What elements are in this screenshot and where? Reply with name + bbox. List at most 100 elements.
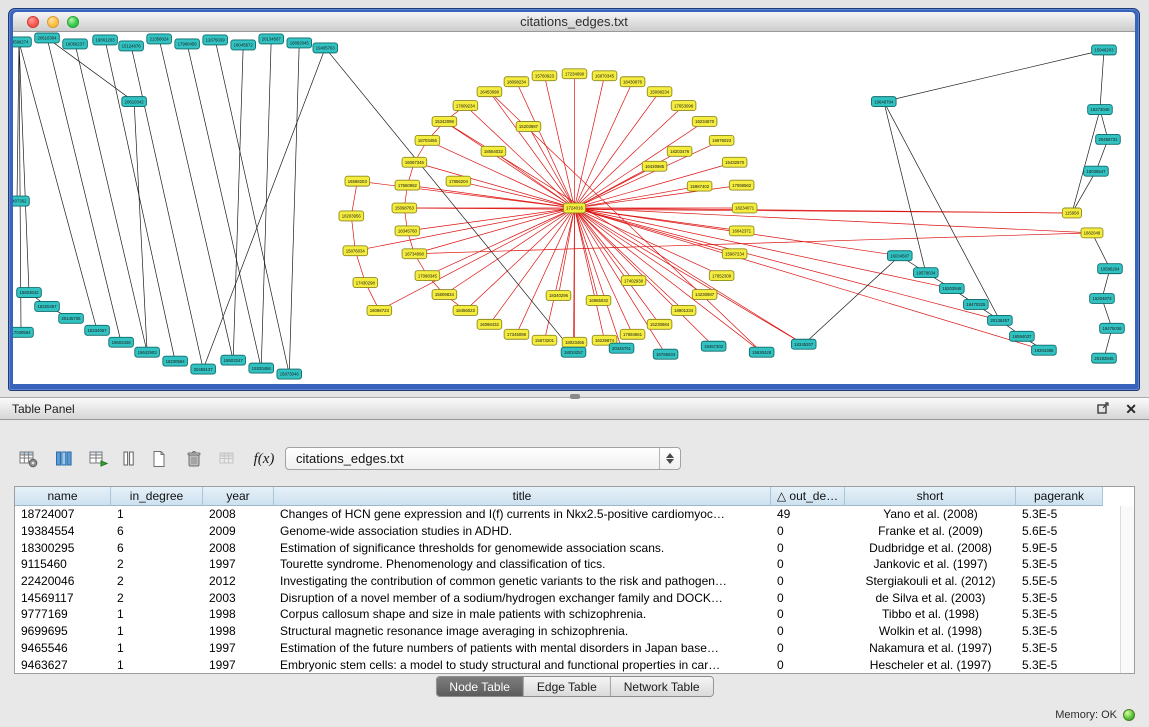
graph-node[interactable]: 15609834 [432, 290, 457, 300]
graph-node[interactable]: 20345761 [609, 343, 634, 353]
float-panel-icon[interactable] [1097, 401, 1110, 417]
column-header-title[interactable]: title [274, 487, 771, 506]
table-scrollbar[interactable] [1120, 506, 1134, 673]
graph-node[interactable]: 21356024 [147, 34, 172, 44]
graph-node[interactable]: 16785034 [653, 349, 678, 359]
graph-node[interactable]: 16503247 [221, 355, 246, 365]
table-row[interactable]: 2242004622012Investigating the contribut… [15, 573, 1134, 590]
graph-node[interactable]: 17652309 [709, 271, 734, 281]
table-row[interactable]: 969969511998Structural magnetic resonanc… [15, 623, 1134, 640]
graph-node[interactable]: 19503428 [109, 337, 134, 347]
graph-node[interactable]: 15203987 [516, 121, 541, 131]
graph-node[interactable]: 20459731 [1096, 134, 1121, 144]
graph-node[interactable]: 16034587 [887, 251, 912, 261]
graph-node[interactable]: 18098234 [504, 77, 529, 87]
graph-node[interactable]: 17234098 [562, 69, 587, 79]
column-header-name[interactable]: name [15, 487, 111, 506]
create-column-button[interactable] [86, 446, 112, 472]
graph-node[interactable]: 17653098 [671, 101, 696, 111]
graph-node[interactable]: 15342098 [432, 117, 457, 127]
graph-node[interactable]: 19320456 [249, 363, 274, 373]
graph-node[interactable]: 19405763 [313, 43, 338, 53]
graph-node[interactable]: 20138457 [988, 315, 1013, 325]
graph-node[interactable]: 17560982 [395, 180, 420, 190]
graph-node[interactable]: 16453098 [477, 87, 502, 97]
graph-node[interactable]: 18230594 [163, 356, 188, 366]
graph-node[interactable]: 17345098 [504, 329, 529, 339]
graph-node[interactable]: 1682049 [1081, 228, 1103, 238]
tab-edge-table[interactable]: Edge Table [524, 677, 611, 696]
graph-node[interactable]: 1724016 [564, 203, 586, 213]
graph-node[interactable]: 16594037 [1010, 331, 1035, 341]
zoom-window-button[interactable] [67, 16, 79, 28]
graph-node[interactable]: 20193845 [1092, 353, 1117, 363]
graph-node[interactable]: 16038547 [1084, 166, 1109, 176]
graph-node[interactable]: 16234870 [692, 117, 717, 127]
new-table-button[interactable] [146, 446, 172, 472]
table-options-button[interactable] [16, 446, 42, 472]
graph-node[interactable]: 17856204 [446, 176, 471, 186]
graph-node[interactable]: 18345207 [791, 339, 816, 349]
graph-node[interactable]: 15873201 [532, 335, 557, 345]
graph-node[interactable]: 17809234 [453, 101, 478, 111]
graph-node[interactable]: 15630428 [749, 347, 774, 357]
graph-node[interactable]: 18320457 [35, 301, 60, 311]
graph-node[interactable]: 16430985 [642, 161, 667, 171]
graph-node[interactable]: 19586204 [1098, 264, 1123, 274]
graph-node[interactable]: 15203948 [940, 284, 965, 294]
graph-node[interactable]: 15987402 [687, 181, 712, 191]
column-header-pagerank[interactable]: pagerank [1016, 487, 1103, 506]
graph-node[interactable]: 16985032 [586, 296, 611, 306]
show-columns-button[interactable] [51, 446, 77, 472]
graph-node[interactable]: 18703456 [415, 135, 440, 145]
graph-node[interactable]: 15204873 [1090, 294, 1115, 304]
table-row[interactable]: 1456911722003Disruption of a novel membe… [15, 589, 1134, 606]
graph-node[interactable]: 14230987 [692, 290, 717, 300]
graph-node[interactable]: 16892045 [287, 38, 312, 48]
graph-node[interactable]: 115958 [1062, 208, 1081, 218]
graph-node[interactable]: 16056237 [63, 39, 88, 49]
table-row[interactable]: 946362711997Embryonic stem cells: a mode… [15, 656, 1134, 673]
graph-node[interactable]: 15987234 [722, 249, 747, 259]
graph-node[interactable]: 18023456 [562, 337, 587, 347]
table-row[interactable]: 1830029562008Estimation of significance … [15, 539, 1134, 556]
graph-node[interactable]: 15876034 [343, 246, 368, 256]
graph-node[interactable]: 18203476 [667, 146, 692, 156]
table-row[interactable]: 977716911998Corpus callosum shape and si… [15, 606, 1134, 623]
graph-node[interactable]: 16734098 [402, 249, 427, 259]
graph-node[interactable]: 20456137 [191, 364, 216, 374]
delete-column-button[interactable] [181, 446, 207, 472]
graph-node[interactable]: 20134587 [259, 34, 284, 44]
graph-node[interactable]: 16042371 [729, 226, 754, 236]
graph-node[interactable]: 17098562 [729, 180, 754, 190]
graph-node[interactable]: 17894561 [620, 329, 645, 339]
graph-node[interactable]: 18456023 [453, 305, 478, 315]
graph-node[interactable]: 17402938 [621, 276, 646, 286]
graph-node[interactable]: 16870345 [592, 71, 617, 81]
graph-node[interactable]: 19578034 [914, 268, 939, 278]
graph-node[interactable]: 15407362 [13, 196, 29, 206]
graph-node[interactable]: 16598203 [345, 176, 370, 186]
tab-network-table[interactable]: Network Table [611, 677, 713, 696]
memory-status-indicator[interactable] [1123, 709, 1135, 721]
graph-node[interactable]: 18976023 [709, 135, 734, 145]
graph-node[interactable]: 19861203 [93, 35, 118, 45]
window-titlebar[interactable]: citations_edges.txt [13, 12, 1135, 32]
function-builder-button[interactable]: f(x) [251, 446, 277, 472]
table-row[interactable]: 1872400712008Changes of HCN gene express… [15, 506, 1134, 523]
graph-node[interactable]: 19457302 [701, 341, 726, 351]
graph-node[interactable]: 18034257 [561, 347, 586, 357]
graph-node[interactable]: 15098234 [647, 87, 672, 97]
import-table-button[interactable] [216, 446, 242, 472]
graph-node[interactable]: 17980456 [175, 39, 200, 49]
graph-node[interactable]: 18203956 [339, 211, 364, 221]
graph-node[interactable]: 15948203 [1092, 45, 1117, 55]
graph-node[interactable]: 18345760 [395, 226, 420, 236]
minimize-window-button[interactable] [47, 16, 59, 28]
graph-node[interactable]: 18430976 [620, 77, 645, 87]
graph-node[interactable]: 20610342 [122, 97, 147, 107]
table-row[interactable]: 946554611997Estimation of the future num… [15, 640, 1134, 657]
graph-node[interactable]: 20610304 [35, 33, 60, 43]
splitter-grip[interactable] [570, 394, 580, 399]
graph-node[interactable]: 15642903 [135, 347, 160, 357]
